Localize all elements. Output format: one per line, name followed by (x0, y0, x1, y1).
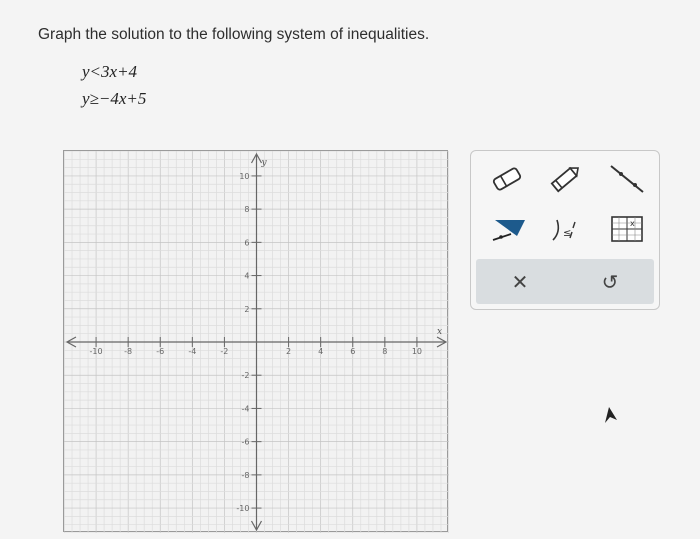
region-fill-button[interactable] (487, 213, 531, 249)
mouse-pointer-icon (601, 406, 619, 429)
x-tick-label: -8 (124, 347, 132, 356)
graph-shading-icon: x (608, 214, 646, 249)
x-tick-label: 8 (382, 347, 387, 356)
y-axis-label: y (261, 158, 268, 168)
x-tick-label: -2 (220, 347, 228, 356)
y-tick-label: 10 (239, 172, 249, 181)
region-fill-icon (489, 214, 529, 249)
action-bar: ✕ ↺ (476, 259, 654, 304)
line-tool-icon (607, 162, 647, 201)
graph-shading-button[interactable]: x (605, 213, 649, 249)
y-tick-label: -6 (242, 438, 250, 447)
clear-button[interactable]: ✕ (498, 264, 542, 300)
y-tick-label: 6 (244, 238, 249, 247)
undo-button[interactable]: ↺ (588, 264, 632, 300)
x-tick-label: -10 (90, 347, 103, 356)
pencil-icon (548, 164, 582, 199)
coordinate-plane[interactable]: x y -10 -8 -6 -4 -2 2 4 6 8 10 10 8 6 4 2 -2 -4 -6 -8 -10 (64, 151, 449, 533)
inequality-dashed-line-icon: ≤ (545, 214, 585, 249)
x-tick-label: 10 (412, 347, 422, 356)
x-tick-label: -6 (156, 347, 164, 356)
y-tick-label: 2 (244, 305, 249, 314)
inequality-1: y<3x+4 (82, 62, 138, 81)
line-tool-button[interactable] (605, 163, 649, 199)
x-tick-label: -4 (188, 347, 196, 356)
x-tick-label: 2 (286, 347, 291, 356)
x-tick-label: 4 (318, 347, 323, 356)
y-tick-label: -10 (236, 504, 249, 513)
y-tick-label: -2 (242, 371, 250, 380)
question-title: Graph the solution to the following syst… (38, 26, 430, 43)
y-tick-label: 4 (244, 272, 249, 281)
y-tick-label: 8 (244, 205, 249, 214)
dashed-line-button[interactable]: ≤ (543, 213, 587, 249)
y-tick-label: -8 (242, 471, 250, 480)
x-axis-label: x (437, 327, 442, 337)
inequality-2: y≥−4x+5 (82, 89, 147, 108)
graph-tool-panel: ≤ x ✕ ↺ (470, 150, 660, 310)
eraser-button[interactable] (485, 163, 529, 199)
graph-canvas[interactable]: x y -10 -8 -6 -4 -2 2 4 6 8 10 10 8 6 4 2 -2 -4 -6 -8 -10 (63, 150, 449, 533)
pencil-button[interactable] (543, 163, 587, 199)
x-tick-label: 6 (350, 347, 355, 356)
svg-text:x: x (630, 219, 635, 228)
eraser-icon (490, 167, 524, 196)
y-tick-label: -4 (242, 404, 250, 413)
